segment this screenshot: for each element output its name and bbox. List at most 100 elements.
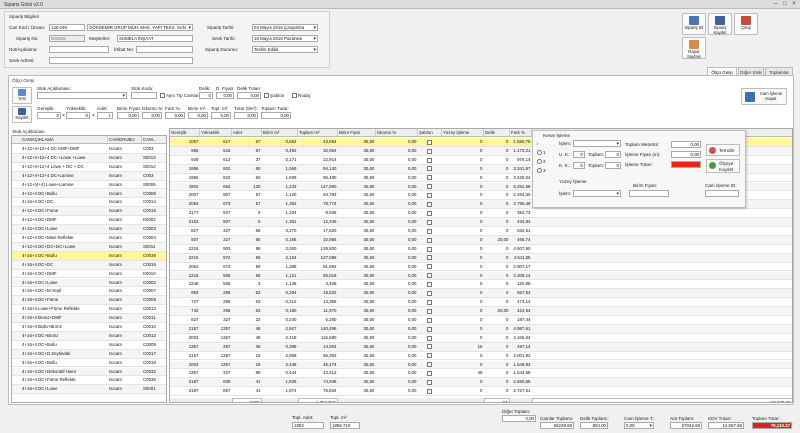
olcu-row[interactable]: 2153 507 9 1,361 12,249 35,50 0,00 0 0 434,84	[170, 218, 792, 227]
yeni-button[interactable]: Yeni	[12, 87, 32, 104]
stok-row[interactable]: 4+12+4 DC+Fume Isıcam C0015	[12, 207, 166, 217]
col-header-yuzey-isleme[interactable]: Yüzey İşleme	[442, 129, 484, 137]
stok-row[interactable]: 4+16+4 DC+Dekoratif Hasır Isıcam C0032	[12, 367, 166, 377]
sablon-checkbox-cell[interactable]	[427, 166, 432, 172]
stok-row[interactable]: 4+12+4 DC+DC+DC+Lowe Isıcam S0011	[12, 242, 166, 252]
kenar-islem-select[interactable]	[573, 140, 621, 147]
sablon-checkbox[interactable]	[264, 93, 269, 98]
sablon-checkbox-cell[interactable]	[427, 326, 432, 332]
yuzey-islem-select[interactable]	[573, 190, 621, 197]
cari-name-select[interactable]: GÖKDEMİR GRUP MÜH. MAK. YAPI TEKS. SAN	[87, 24, 193, 31]
sablon-checkbox-cell[interactable]	[427, 184, 432, 190]
sablon-checkbox-cell[interactable]	[427, 210, 432, 216]
sablon-checkbox-cell[interactable]	[427, 148, 432, 154]
stok-row[interactable]: 4+16+4 DC+Bullu Isıcam C0039	[12, 251, 166, 261]
olcu-row[interactable]: 2216 972 59 2,154 127,086 35,50 0,00 0 0 4.511,55	[170, 253, 792, 263]
adet-input[interactable]: 1	[97, 112, 113, 119]
siparis-tarihi-picker[interactable]: 04 Mayıs 2016 Çarşamba	[252, 24, 318, 31]
olcu-row[interactable]: 2177 507 9 1,104 9,936 35,50 0,00 0 0 352,73	[170, 209, 792, 219]
olcu-row[interactable]: 1357 287 36 0,389 14,004 35,50 0,00 16 0 497,14	[170, 342, 792, 352]
stok-kodu-input[interactable]	[131, 92, 157, 99]
stok-row[interactable]: 4+16+4 Bronz+DMF Isıcam C0011	[12, 314, 166, 323]
stok-col-kod[interactable]: CAM...	[142, 136, 166, 144]
olcu-row[interactable]: 507 327 66 0,166 10,956 35,50 0,00 0 20,00 466,74	[170, 235, 792, 245]
maximize-icon[interactable]: □	[781, 1, 789, 7]
sablon-checkbox-cell[interactable]	[427, 273, 432, 279]
olcu-row[interactable]: 2157 1357 19 2,968 56,392 35,50 0,00 0 0 2.001,92	[170, 352, 792, 361]
stok-row[interactable]: 4+16+4 DC+Lowe Isıcam C0002	[12, 278, 166, 288]
sablon-checkbox-cell[interactable]	[427, 219, 432, 225]
irtibat-input[interactable]	[136, 46, 193, 53]
sablon-checkbox-cell[interactable]	[427, 193, 432, 199]
stok-row[interactable]: 4+12+4 DC+Bullu Isıcam C0005	[12, 189, 166, 199]
uk-input[interactable]: 0	[573, 151, 585, 158]
stok-row[interactable]: 4+16+4 DC+Lowe Isıcam S0001	[12, 385, 166, 395]
olcu-row[interactable]: 993 296 63 0,294 18,522 35,50 0,00 0 0 657,53	[170, 289, 792, 299]
not-input[interactable]	[49, 46, 109, 53]
sablon-checkbox-cell[interactable]	[427, 362, 432, 368]
rapor-sayfasi-button[interactable]: Rapor Sayfası	[682, 37, 706, 59]
col-header-sablon[interactable]: Şablon	[418, 129, 442, 137]
stok-row[interactable]: 4+12+4 DC+Lowe Isıcam C0003	[12, 225, 166, 234]
stok-row[interactable]: 4+12+(4+4) Lowe+Lamine Isıcam S0006	[12, 181, 166, 190]
sevk-adresi-input[interactable]	[49, 57, 193, 64]
stok-row[interactable]: 4+16+4 Lowe+Füme Reflekte Isıcam C0013	[12, 305, 166, 315]
stok-row[interactable]: 4+16+4 DC+Bullu Isıcam C0009	[12, 341, 166, 350]
minimize-icon[interactable]: –	[772, 1, 780, 7]
sablon-checkbox-cell[interactable]	[427, 335, 432, 341]
col-header-genislik[interactable]: Genişlik	[170, 129, 200, 137]
birim-fiyat-input[interactable]: 0,00	[117, 112, 139, 119]
ayni-tip-checkbox[interactable]	[160, 93, 165, 98]
olcu-row[interactable]: 2157 1357 48 2,927 140,496 35,50 0,00 0 0 4.987,6…	[170, 324, 792, 334]
olcu-row[interactable]: 2216 903 99 2,000 129,800 35,50 0,00 0 0 4.607,90	[170, 245, 792, 254]
stok-row[interactable]: 4+16+4 DC+D.Zeytindalı Isıcam C0017	[12, 349, 166, 359]
genislik-input[interactable]: 0	[37, 112, 61, 119]
sablon-checkbox-cell[interactable]	[427, 264, 432, 270]
olcu-row[interactable]: 742 256 63 0,190 11,970 35,50 0,00 0 20,00 424,94	[170, 307, 792, 316]
sablon-checkbox-cell[interactable]	[427, 353, 432, 359]
sablon-checkbox-cell[interactable]	[427, 202, 432, 208]
kk-input[interactable]: 0	[573, 162, 585, 169]
sablon-checkbox-cell[interactable]	[427, 255, 432, 261]
stok-row[interactable]: 4+12+4+12+4 DC KMF+DMF Isıcam C003	[12, 145, 166, 154]
sablon-checkbox-cell[interactable]	[427, 371, 432, 377]
sablon-checkbox-cell[interactable]	[427, 308, 432, 314]
sablon-checkbox-cell[interactable]	[427, 344, 432, 350]
sablon-checkbox-cell[interactable]	[427, 157, 432, 163]
sablon-checkbox-cell[interactable]	[427, 282, 432, 288]
sablon-checkbox-cell[interactable]	[427, 317, 432, 323]
olcu-row[interactable]: 827 327 22 0,240 5,280 35,50 0,00 0 0 187,44	[170, 316, 792, 325]
olcu-row[interactable]: 2187 836 41 1,828 74,948 35,50 0,00 0 0 2.660,65	[170, 378, 792, 388]
col-header-toplam-m2[interactable]: Toplam m²	[298, 129, 338, 137]
sablon-checkbox-cell[interactable]	[427, 291, 432, 297]
col-header-iskonto[interactable]: İskonto %	[376, 129, 418, 137]
olcu-row[interactable]: 2216 506 58 1,121 65,018 35,50 0,00 0 0 2.308,14	[170, 271, 792, 281]
olcu-row[interactable]: 2187 857 41 1,874 76,834 35,50 0,00 0 0 2.727,61	[170, 387, 792, 397]
stok-col-aciklama[interactable]: CAMAÇIKLAMA	[12, 136, 108, 144]
sablon-checkbox-cell[interactable]	[427, 175, 432, 181]
stok-row[interactable]: 4+12+4+12+4 DC +Lowe +Lowe Isıcam S0013	[12, 153, 166, 163]
close-icon[interactable]: ×	[790, 1, 798, 7]
olcu-row[interactable]: 2003 1357 19 2,446 46,474 35,50 0,00 0 0 1.649,83	[170, 360, 792, 370]
siparis-sil-button[interactable]: Sipariş Sil	[682, 13, 706, 35]
stok-row[interactable]: 4+16+4 DC+DC Isıcam C0014	[12, 198, 166, 208]
sablon-checkbox-cell[interactable]	[427, 299, 432, 305]
stok-row[interactable]: 4+16+4 DC+Bullu Isıcam C0018	[12, 359, 166, 368]
musteri-input[interactable]: SUMELA İNŞAAT	[117, 35, 193, 42]
col-header-fark[interactable]: Fark %	[510, 129, 532, 137]
col-header-birim-m2[interactable]: Birim m²	[262, 129, 298, 137]
delik-input[interactable]: 0	[199, 92, 213, 99]
d-fiyati-input[interactable]: 0,00	[216, 92, 234, 99]
kaydet-button[interactable]: Kaydet	[12, 106, 32, 123]
sevk-tarihi-picker[interactable]: 16 Mayıs 2016 Pazartesi	[252, 35, 318, 42]
stok-row[interactable]: 4+16+4 DC+M.Yeşil Isıcam C0007	[12, 287, 166, 297]
olcuye-kaydet-button[interactable]: Ölçüye Kaydet	[706, 159, 740, 173]
cari-code-input[interactable]: 120.049	[49, 24, 85, 31]
sablon-checkbox-cell[interactable]	[427, 388, 432, 394]
stok-row[interactable]: 4+16+4 DC+DC Isıcam C0016	[12, 260, 166, 270]
stok-row[interactable]: 4+12+4+12+4 DC+Lamine Isıcam C003	[12, 171, 166, 181]
siparis-kaydet-button[interactable]: Sipariş Kaydet	[708, 13, 732, 35]
olcu-row[interactable]: 2062 673 59 1,388 81,892 35,50 0,00 0 0 2.907,17	[170, 263, 792, 272]
stok-row[interactable]: 4+16+4 DC+DMF Isıcam K0010	[12, 270, 166, 279]
stok-row[interactable]: 4+16+4 DC+Bronz Isıcam C0012	[12, 331, 166, 341]
